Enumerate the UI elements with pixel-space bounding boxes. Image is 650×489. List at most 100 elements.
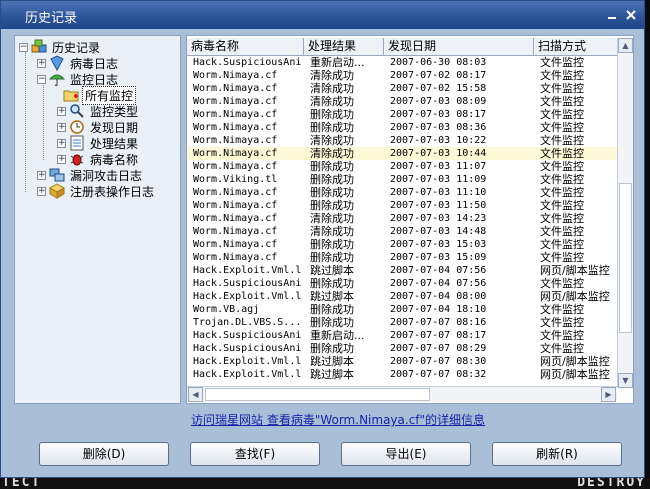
tree-node-monitor-type[interactable]: + 监控类型 xyxy=(57,103,140,119)
vertical-scrollbar[interactable]: ▲ ▼ xyxy=(617,38,633,388)
table-row[interactable]: Worm.Nimaya.cf 清除成功 2007-07-03 10:44 文件监控 xyxy=(187,147,617,160)
expand-icon[interactable]: + xyxy=(37,186,46,196)
minimize-icon[interactable] xyxy=(606,9,618,21)
cell-found-date: 2007-07-04 08:00 xyxy=(390,291,487,302)
delete-button[interactable]: 删除(D) xyxy=(39,442,169,466)
cell-found-date: 2007-07-03 10:44 xyxy=(390,148,487,159)
cell-result: 删除成功 xyxy=(310,238,354,251)
tree-node-exploit-log[interactable]: + 漏洞攻击日志 xyxy=(37,167,144,183)
cell-scan-method: 网页/脚本监控 xyxy=(540,290,610,303)
table-row[interactable]: Trojan.DL.VBS.S... 删除成功 2007-07-07 08:16 文件… xyxy=(187,316,617,329)
cell-virus-name: Worm.Nimaya.cf xyxy=(193,252,278,263)
table-row[interactable]: Worm.Nimaya.cf 清除成功 2007-07-03 14:48 文件监控 xyxy=(187,225,617,238)
cell-scan-method: 文件监控 xyxy=(540,186,584,199)
cell-scan-method: 文件监控 xyxy=(540,199,584,212)
table-row[interactable]: Worm.VB.agj 删除成功 2007-07-04 18:10 文件监控 xyxy=(187,303,617,316)
history-list[interactable]: 病毒名称 处理结果 发现日期 扫描方式 Hack.SuspiciousAni 重新… xyxy=(186,35,634,404)
cell-result: 清除成功 xyxy=(310,212,354,225)
table-row[interactable]: Worm.Nimaya.cf 删除成功 2007-07-03 08:17 文件监控 xyxy=(187,108,617,121)
tree-node-virus-name[interactable]: + 病毒名称 xyxy=(57,151,140,167)
cell-scan-method: 文件监控 xyxy=(540,225,584,238)
cell-scan-method: 文件监控 xyxy=(540,303,584,316)
column-header-found-date[interactable]: 发现日期 xyxy=(384,38,534,55)
log-tree[interactable]: − 历史记录 + 病毒日志 − 监控日志 所有监控 + 监控类型 + 发现日期 … xyxy=(14,35,181,404)
column-header-scan-method[interactable]: 扫描方式 xyxy=(534,38,617,55)
scroll-up-icon[interactable]: ▲ xyxy=(618,38,633,53)
collapse-icon[interactable]: − xyxy=(37,74,46,84)
table-row[interactable]: Hack.Exploit.Vml.l 跳过脚本 2007-07-07 08:32 网页… xyxy=(187,368,617,381)
tree-label: 病毒日志 xyxy=(70,56,119,71)
table-row[interactable]: Worm.Nimaya.cf 清除成功 2007-07-03 14:23 文件监控 xyxy=(187,212,617,225)
table-row[interactable]: Worm.Nimaya.cf 删除成功 2007-07-03 11:50 文件监控 xyxy=(187,199,617,212)
cell-found-date: 2007-07-02 15:58 xyxy=(390,83,487,94)
table-row[interactable]: Worm.Nimaya.cf 清除成功 2007-07-03 10:22 文件监控 xyxy=(187,134,617,147)
table-row[interactable]: Worm.Viking.tl 删除成功 2007-07-03 11:09 文件监控 xyxy=(187,173,617,186)
cell-result: 跳过脚本 xyxy=(310,355,354,368)
horizontal-scrollbar[interactable]: ◀ ▶ xyxy=(187,386,617,402)
table-row[interactable]: Hack.SuspiciousAni 重新启动... 2007-06-30 08:0… xyxy=(187,56,617,69)
close-icon[interactable] xyxy=(625,9,637,21)
tree-node-virus-log[interactable]: + 病毒日志 xyxy=(37,55,120,72)
cell-found-date: 2007-07-03 10:22 xyxy=(390,135,487,146)
cell-virus-name: Trojan.DL.VBS.S... xyxy=(193,317,302,328)
vertical-scroll-thumb[interactable] xyxy=(619,183,632,333)
scroll-right-icon[interactable]: ▶ xyxy=(601,387,616,402)
cell-scan-method: 文件监控 xyxy=(540,147,584,160)
table-row[interactable]: Worm.Nimaya.cf 删除成功 2007-07-03 15:03 文件监控 xyxy=(187,238,617,251)
cell-found-date: 2007-07-03 11:50 xyxy=(390,200,487,211)
find-button[interactable]: 查找(F) xyxy=(190,442,320,466)
expand-icon[interactable]: + xyxy=(57,154,66,164)
table-row[interactable]: Worm.Nimaya.cf 删除成功 2007-07-03 11:07 文件监控 xyxy=(187,160,617,173)
table-row[interactable]: Worm.Nimaya.cf 清除成功 2007-07-03 08:09 文件监控 xyxy=(187,95,617,108)
scroll-down-icon[interactable]: ▼ xyxy=(618,373,633,388)
column-header-result[interactable]: 处理结果 xyxy=(304,38,384,55)
table-row[interactable]: Hack.SuspiciousAni 删除成功 2007-07-04 07:56 文件… xyxy=(187,277,617,290)
expand-icon[interactable]: + xyxy=(37,58,46,68)
cell-virus-name: Worm.Nimaya.cf xyxy=(193,239,278,250)
cell-found-date: 2007-07-07 08:29 xyxy=(390,343,487,354)
collapse-icon[interactable]: − xyxy=(19,42,28,52)
cell-result: 跳过脚本 xyxy=(310,290,354,303)
cell-virus-name: Worm.VB.agj xyxy=(193,304,260,315)
tree-node-registry-log[interactable]: + 注册表操作日志 xyxy=(37,183,156,199)
cell-result: 删除成功 xyxy=(310,186,354,199)
cell-scan-method: 文件监控 xyxy=(540,173,584,186)
table-row[interactable]: Hack.Exploit.Vml.l 跳过脚本 2007-07-04 07:56 网页… xyxy=(187,264,617,277)
table-row[interactable]: Worm.Nimaya.cf 删除成功 2007-07-03 08:36 文件监控 xyxy=(187,121,617,134)
horizontal-scroll-thumb[interactable] xyxy=(205,388,430,401)
table-row[interactable]: Hack.SuspiciousAni 重新启动... 2007-07-07 08:1… xyxy=(187,329,617,342)
cell-virus-name: Worm.Nimaya.cf xyxy=(193,161,278,172)
list-header: 病毒名称 处理结果 发现日期 扫描方式 xyxy=(187,38,617,56)
cell-scan-method: 文件监控 xyxy=(540,95,584,108)
expand-icon[interactable]: + xyxy=(37,170,46,180)
table-row[interactable]: Hack.Exploit.Vml.l 跳过脚本 2007-07-04 08:00 网页… xyxy=(187,290,617,303)
cell-virus-name: Worm.Nimaya.cf xyxy=(193,122,278,133)
scroll-left-icon[interactable]: ◀ xyxy=(188,387,203,402)
table-row[interactable]: Hack.SuspiciousAni 删除成功 2007-07-07 08:29 文件… xyxy=(187,342,617,355)
refresh-button[interactable]: 刷新(R) xyxy=(492,442,622,466)
cell-result: 删除成功 xyxy=(310,121,354,134)
window-title: 历史记录 xyxy=(25,11,78,26)
column-header-virus-name[interactable]: 病毒名称 xyxy=(187,38,304,55)
expand-icon[interactable]: + xyxy=(57,138,66,148)
title-bar[interactable]: 历史记录 xyxy=(1,1,644,29)
tree-node-result[interactable]: + 处理结果 xyxy=(57,135,140,151)
table-row[interactable]: Worm.Nimaya.cf 删除成功 2007-07-03 15:09 文件监控 xyxy=(187,251,617,264)
virus-info-link[interactable]: 访问瑞星网站 查看病毒"Worm.Nimaya.cf"的详细信息 xyxy=(191,411,485,428)
background-strip: TECT DESTROY xyxy=(0,478,650,489)
checklist-icon xyxy=(69,135,85,151)
table-row[interactable]: Worm.Nimaya.cf 清除成功 2007-07-02 08:17 文件监控 xyxy=(187,69,617,82)
table-row[interactable]: Worm.Nimaya.cf 清除成功 2007-07-02 15:58 文件监控 xyxy=(187,82,617,95)
table-row[interactable]: Hack.Exploit.Vml.l 跳过脚本 2007-07-07 08:30 网页… xyxy=(187,355,617,368)
cell-scan-method: 文件监控 xyxy=(540,251,584,264)
tree-node-all-monitor[interactable]: 所有监控 xyxy=(63,85,137,105)
umbrella-icon xyxy=(48,71,66,87)
tree-node-found-date[interactable]: + 发现日期 xyxy=(57,119,140,135)
export-button[interactable]: 导出(E) xyxy=(341,442,471,466)
expand-icon[interactable]: + xyxy=(57,106,66,116)
tree-node-history[interactable]: − 历史记录 xyxy=(19,39,102,55)
table-row[interactable]: Worm.Nimaya.cf 删除成功 2007-07-03 11:10 文件监控 xyxy=(187,186,617,199)
cell-scan-method: 文件监控 xyxy=(540,316,584,329)
cell-virus-name: Worm.Viking.tl xyxy=(193,174,278,185)
expand-icon[interactable]: + xyxy=(57,122,66,132)
